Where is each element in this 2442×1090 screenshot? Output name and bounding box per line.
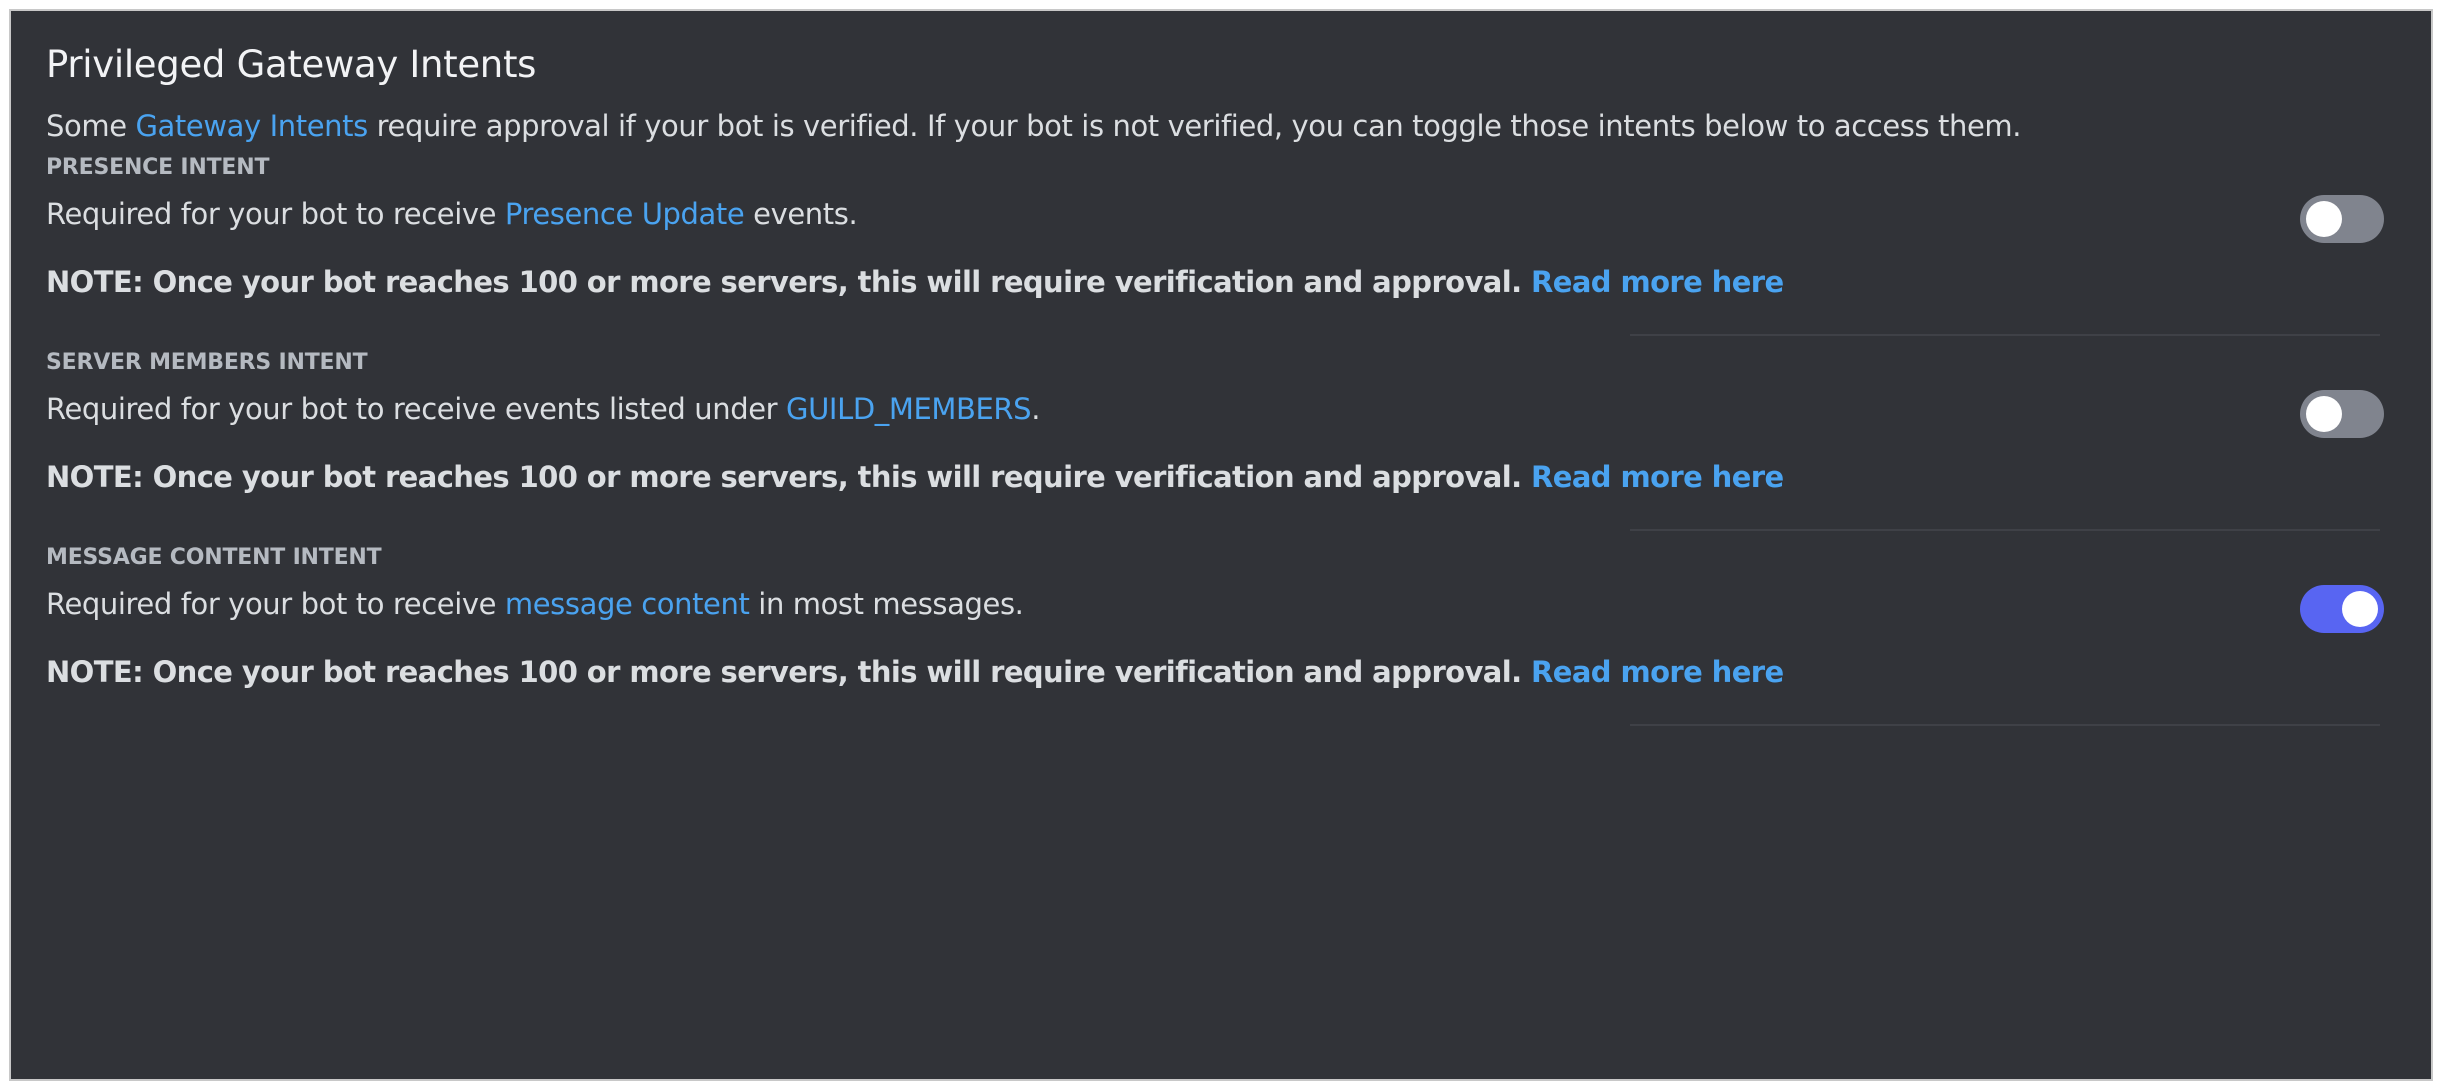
message-content-intent-toggle[interactable] (2300, 585, 2384, 633)
message-content-intent-note-text: NOTE: Once your bot reaches 100 or more … (46, 655, 1532, 689)
gateway-intents-link[interactable]: Gateway Intents (135, 109, 368, 143)
presence-intent-note: NOTE: Once your bot reaches 100 or more … (46, 265, 1784, 299)
message-content-intent-note: NOTE: Once your bot reaches 100 or more … (46, 655, 1784, 689)
description-text-before: Some (46, 109, 136, 143)
section-divider (1630, 334, 2380, 336)
server-members-read-more-link[interactable]: Read more here (1531, 460, 1784, 494)
message-content-intent-text: Required for your bot to receive message… (46, 587, 1024, 621)
presence-intent-toggle[interactable] (2300, 195, 2384, 243)
server-members-intent-text: Required for your bot to receive events … (46, 392, 1040, 426)
intents-description: Some Gateway Intents require approval if… (46, 109, 2021, 143)
presence-update-link[interactable]: Presence Update (505, 197, 745, 231)
server-members-intent-note-text: NOTE: Once your bot reaches 100 or more … (46, 460, 1532, 494)
presence-intent-section: PRESENCE INTENT Required for your bot to… (46, 155, 2386, 345)
presence-intent-label: PRESENCE INTENT (46, 155, 270, 180)
server-members-intent-note: NOTE: Once your bot reaches 100 or more … (46, 460, 1784, 494)
message-content-link[interactable]: message content (505, 587, 750, 621)
presence-read-more-link[interactable]: Read more here (1531, 265, 1784, 299)
message-content-intent-section: MESSAGE CONTENT INTENT Required for your… (46, 545, 2386, 735)
section-divider (1630, 724, 2380, 726)
server-members-intent-toggle[interactable] (2300, 390, 2384, 438)
section-divider (1630, 529, 2380, 531)
toggle-knob (2306, 396, 2342, 432)
message-content-intent-label: MESSAGE CONTENT INTENT (46, 545, 382, 570)
guild-members-link[interactable]: GUILD_MEMBERS (786, 392, 1032, 426)
presence-intent-note-text: NOTE: Once your bot reaches 100 or more … (46, 265, 1532, 299)
description-text-after: require approval if your bot is verified… (367, 109, 2022, 143)
message-content-intent-text-after: in most messages. (749, 587, 1024, 621)
privileged-intents-panel: Privileged Gateway Intents Some Gateway … (9, 9, 2433, 1081)
server-members-intent-label: SERVER MEMBERS INTENT (46, 350, 368, 375)
server-members-intent-section: SERVER MEMBERS INTENT Required for your … (46, 350, 2386, 540)
toggle-knob (2342, 591, 2378, 627)
toggle-knob (2306, 201, 2342, 237)
presence-intent-text-before: Required for your bot to receive (46, 197, 505, 231)
presence-intent-text-after: events. (744, 197, 858, 231)
message-content-read-more-link[interactable]: Read more here (1531, 655, 1784, 689)
message-content-intent-text-before: Required for your bot to receive (46, 587, 505, 621)
server-members-intent-text-before: Required for your bot to receive events … (46, 392, 787, 426)
server-members-intent-text-after: . (1031, 392, 1041, 426)
page-title: Privileged Gateway Intents (46, 43, 537, 86)
presence-intent-text: Required for your bot to receive Presenc… (46, 197, 858, 231)
